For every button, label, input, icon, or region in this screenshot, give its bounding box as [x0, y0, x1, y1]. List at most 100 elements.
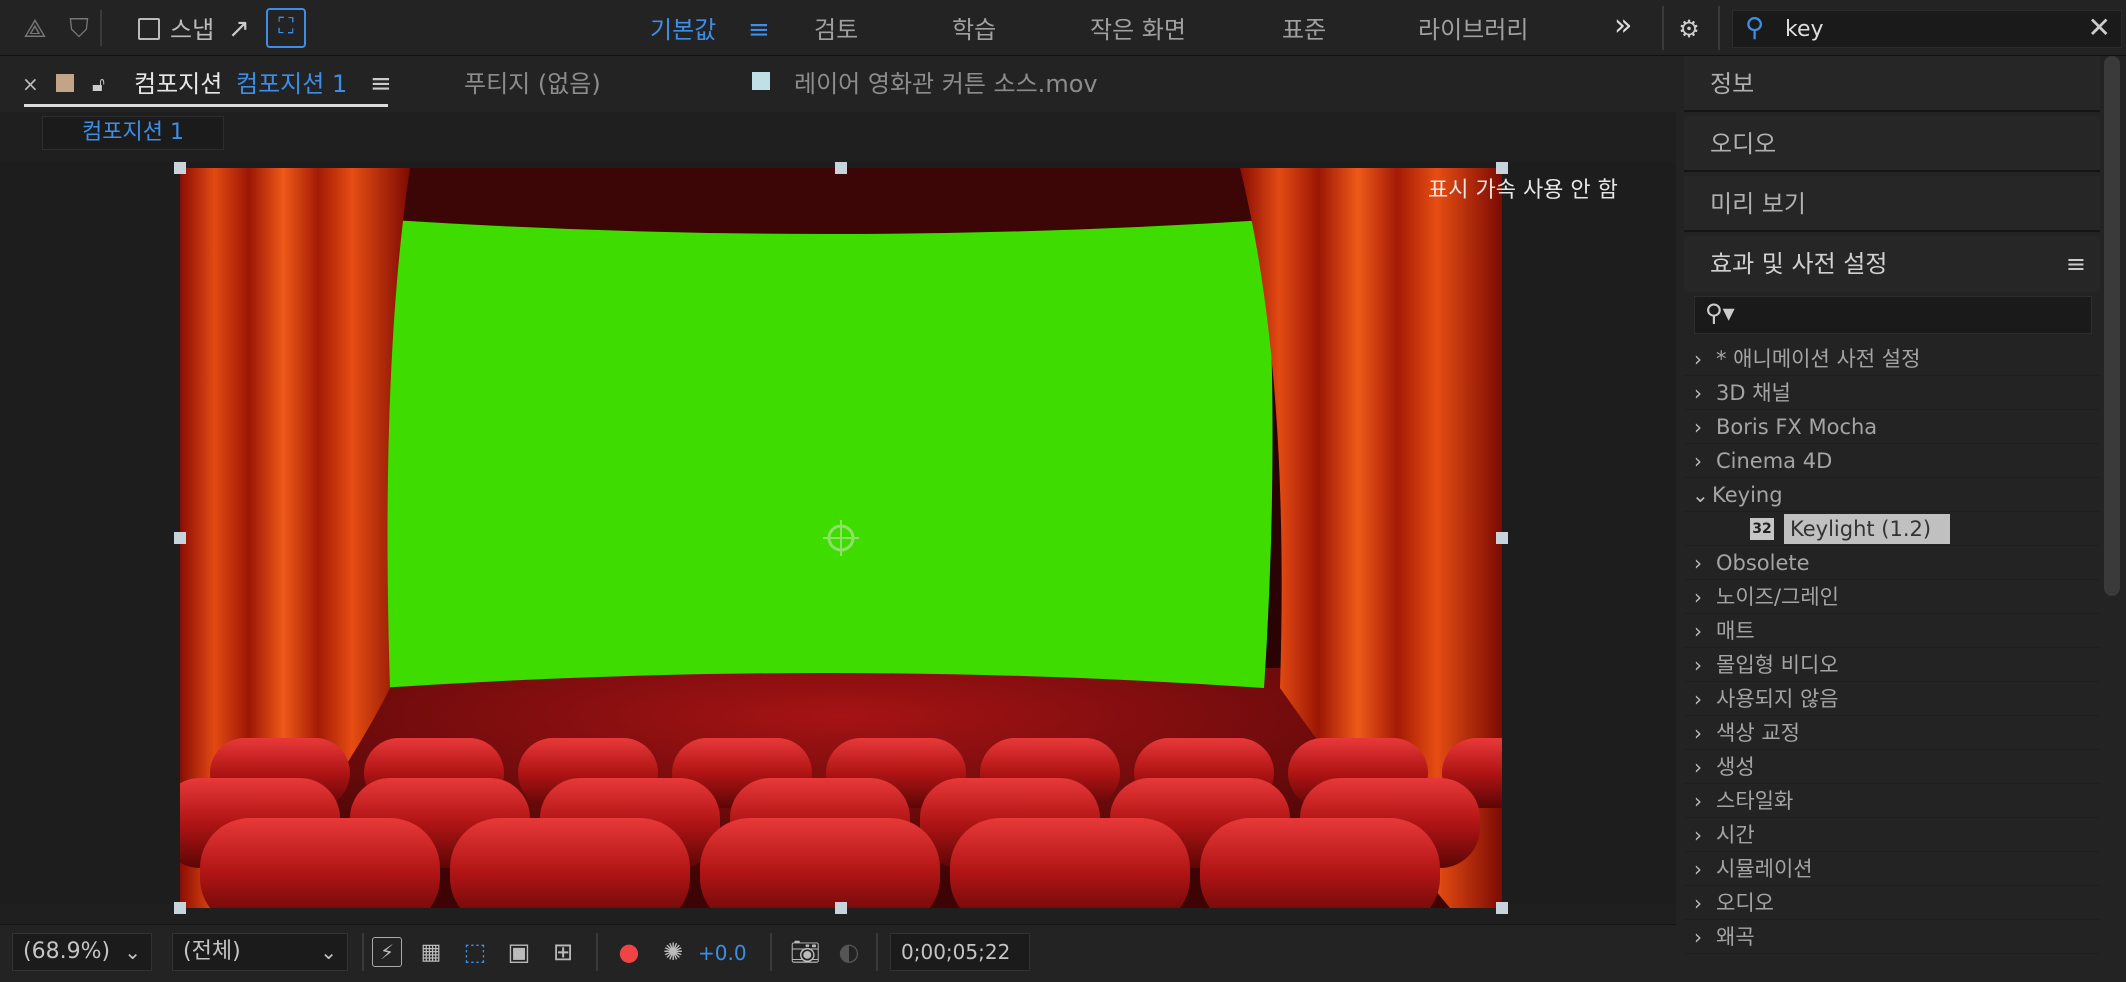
- lock-icon[interactable]: 🔓︎: [92, 68, 105, 100]
- chevron-right-icon: ›: [1694, 925, 1702, 949]
- snap-icon[interactable]: ↗: [222, 12, 256, 46]
- clear-search-icon[interactable]: ✕: [2088, 11, 2111, 44]
- transparency-grid-icon[interactable]: ▦: [414, 935, 448, 969]
- workspace-menu-icon[interactable]: ≡: [748, 12, 770, 48]
- info-panel-header[interactable]: 정보: [1684, 56, 2100, 112]
- divider: [876, 933, 878, 971]
- tree-item[interactable]: › 스타일화: [1684, 784, 2100, 818]
- workspace-libraries[interactable]: 라이브러리: [1418, 12, 1528, 48]
- effects-tree: › * 애니메이션 사전 설정 › 3D 채널 › Boris FX Mocha › C…: [1684, 342, 2100, 982]
- transform-handle[interactable]: [835, 902, 847, 914]
- tree-item[interactable]: › 시뮬레이션: [1684, 852, 2100, 886]
- workspace-standard[interactable]: 표준: [1282, 12, 1326, 48]
- chevron-down-icon: ⌄: [320, 940, 337, 964]
- tree-item[interactable]: › Obsolete: [1684, 546, 2100, 580]
- chevron-right-icon: ›: [1694, 347, 1702, 371]
- chevron-right-icon: ›: [1694, 619, 1702, 643]
- effects-panel-header[interactable]: 효과 및 사전 설정 ≡: [1684, 236, 2100, 292]
- preview-panel-header[interactable]: 미리 보기: [1684, 176, 2100, 232]
- close-tab-icon[interactable]: ×: [22, 68, 39, 100]
- tree-item[interactable]: › Boris FX Mocha: [1684, 410, 2100, 444]
- snap-checkbox[interactable]: [138, 18, 160, 40]
- chevron-right-icon: ›: [1694, 381, 1702, 405]
- mask-path-icon[interactable]: ⬚: [458, 935, 492, 969]
- comp-tab-label[interactable]: 컴포지션: [134, 68, 222, 100]
- transform-handle[interactable]: [1496, 532, 1508, 544]
- channel-rgb-icon[interactable]: ●: [612, 935, 646, 969]
- search-input[interactable]: [1785, 15, 2055, 43]
- panel-menu-icon[interactable]: ≡: [2066, 236, 2086, 292]
- roto-brush-icon[interactable]: ⛉: [62, 12, 96, 46]
- chevron-right-icon: ›: [1694, 687, 1702, 711]
- divider: [1718, 6, 1720, 50]
- tree-item[interactable]: › * 애니메이션 사전 설정: [1684, 342, 2100, 376]
- tree-item[interactable]: › 왜곡: [1684, 920, 2100, 954]
- workspace-default[interactable]: 기본값: [650, 12, 716, 48]
- tree-item-expanded[interactable]: ⌄ Keying: [1684, 478, 2100, 512]
- exposure-value[interactable]: +0.0: [698, 941, 747, 965]
- effects-search-field[interactable]: ⚲▾: [1694, 296, 2092, 334]
- fast-preview-icon[interactable]: ⚡: [372, 937, 402, 967]
- workspace-learn[interactable]: 학습: [952, 12, 996, 48]
- display-acceleration-note: 표시 가속 사용 안 함: [1428, 178, 1618, 203]
- zoom-dropdown[interactable]: (68.9%) ⌄: [12, 933, 152, 971]
- timecode-field[interactable]: 0;00;05;22: [890, 933, 1030, 971]
- more-workspaces-icon[interactable]: »: [1614, 8, 1632, 44]
- workspace-small-screen[interactable]: 작은 화면: [1090, 12, 1186, 48]
- tree-item[interactable]: › 사용되지 않음: [1684, 682, 2100, 716]
- audio-panel-header[interactable]: 오디오: [1684, 116, 2100, 172]
- tree-item[interactable]: › 노이즈/그레인: [1684, 580, 2100, 614]
- comp-tab-name[interactable]: 컴포지션 1: [236, 68, 347, 100]
- search-icon: ⚲▾: [1705, 299, 1735, 327]
- transform-handle[interactable]: [835, 162, 847, 174]
- tree-item[interactable]: › Cinema 4D: [1684, 444, 2100, 478]
- help-search[interactable]: ⚲ ✕: [1732, 10, 2122, 48]
- puppet-pin-icon[interactable]: ⟁: [18, 12, 52, 46]
- layer-tab[interactable]: 레이어 영화관 커튼 소스.mov: [794, 68, 1098, 100]
- chevron-right-icon: ›: [1694, 857, 1702, 881]
- tree-item-keylight[interactable]: 32 Keylight (1.2): [1684, 512, 2100, 546]
- layer-color-label: [752, 72, 770, 90]
- chevron-right-icon: ›: [1694, 891, 1702, 915]
- tree-item[interactable]: › 시간: [1684, 818, 2100, 852]
- chevron-right-icon: ›: [1694, 823, 1702, 847]
- transform-handle[interactable]: [1496, 902, 1508, 914]
- show-snapshot-icon[interactable]: ◐: [832, 935, 866, 969]
- transform-handle[interactable]: [174, 162, 186, 174]
- divider: [770, 933, 772, 971]
- effect-32bit-icon: 32: [1750, 518, 1774, 540]
- tree-item[interactable]: › 오디오: [1684, 886, 2100, 920]
- theater-scene-image: [180, 168, 1502, 908]
- tree-item[interactable]: › 몰입형 비디오: [1684, 648, 2100, 682]
- resolution-value: (전체): [183, 939, 241, 964]
- region-of-interest-icon[interactable]: ▣: [502, 935, 536, 969]
- footage-tab[interactable]: 푸티지 (없음): [464, 68, 601, 100]
- comp-breadcrumb[interactable]: 컴포지션 1: [42, 116, 224, 150]
- panel-menu-icon[interactable]: ≡: [370, 68, 392, 100]
- active-tab-underline: [24, 104, 388, 107]
- tree-item[interactable]: › 3D 채널: [1684, 376, 2100, 410]
- transform-handle[interactable]: [174, 902, 186, 914]
- chevron-right-icon: ›: [1694, 585, 1702, 609]
- resolution-dropdown[interactable]: (전체) ⌄: [172, 933, 348, 971]
- seat-row-front: [200, 818, 1440, 908]
- reset-exposure-icon[interactable]: ✺: [656, 935, 690, 969]
- tree-item[interactable]: › 생성: [1684, 750, 2100, 784]
- effects-panel-title: 효과 및 사전 설정: [1710, 250, 1888, 278]
- grid-guides-icon[interactable]: ⊞: [546, 935, 580, 969]
- zoom-value: (68.9%): [23, 939, 111, 964]
- tree-item[interactable]: › 색상 교정: [1684, 716, 2100, 750]
- chevron-down-icon: ⌄: [1692, 483, 1709, 507]
- composition-frame[interactable]: [180, 168, 1502, 908]
- workspace-review[interactable]: 검토: [814, 12, 858, 48]
- snap-target-icon[interactable]: ⛶: [266, 8, 306, 48]
- effects-scrollbar[interactable]: [2104, 56, 2120, 596]
- viewer-controls: (68.9%) ⌄ (전체) ⌄ ⚡ ▦ ⬚ ▣ ⊞ ● ✺ +0.0 📷︎ ◐…: [0, 924, 1676, 978]
- chevron-down-icon: ⌄: [124, 940, 141, 964]
- workspace-settings-icon[interactable]: ⚙: [1672, 12, 1706, 46]
- transform-handle[interactable]: [174, 532, 186, 544]
- top-toolbar: ⟁ ⛉ 스냅 ↗ ⛶ 기본값 ≡ 검토 학습 작은 화면 표준 라이브러리 » …: [0, 0, 2126, 56]
- snapshot-camera-icon[interactable]: 📷︎: [788, 935, 822, 969]
- chevron-right-icon: ›: [1694, 653, 1702, 677]
- tree-item[interactable]: › 매트: [1684, 614, 2100, 648]
